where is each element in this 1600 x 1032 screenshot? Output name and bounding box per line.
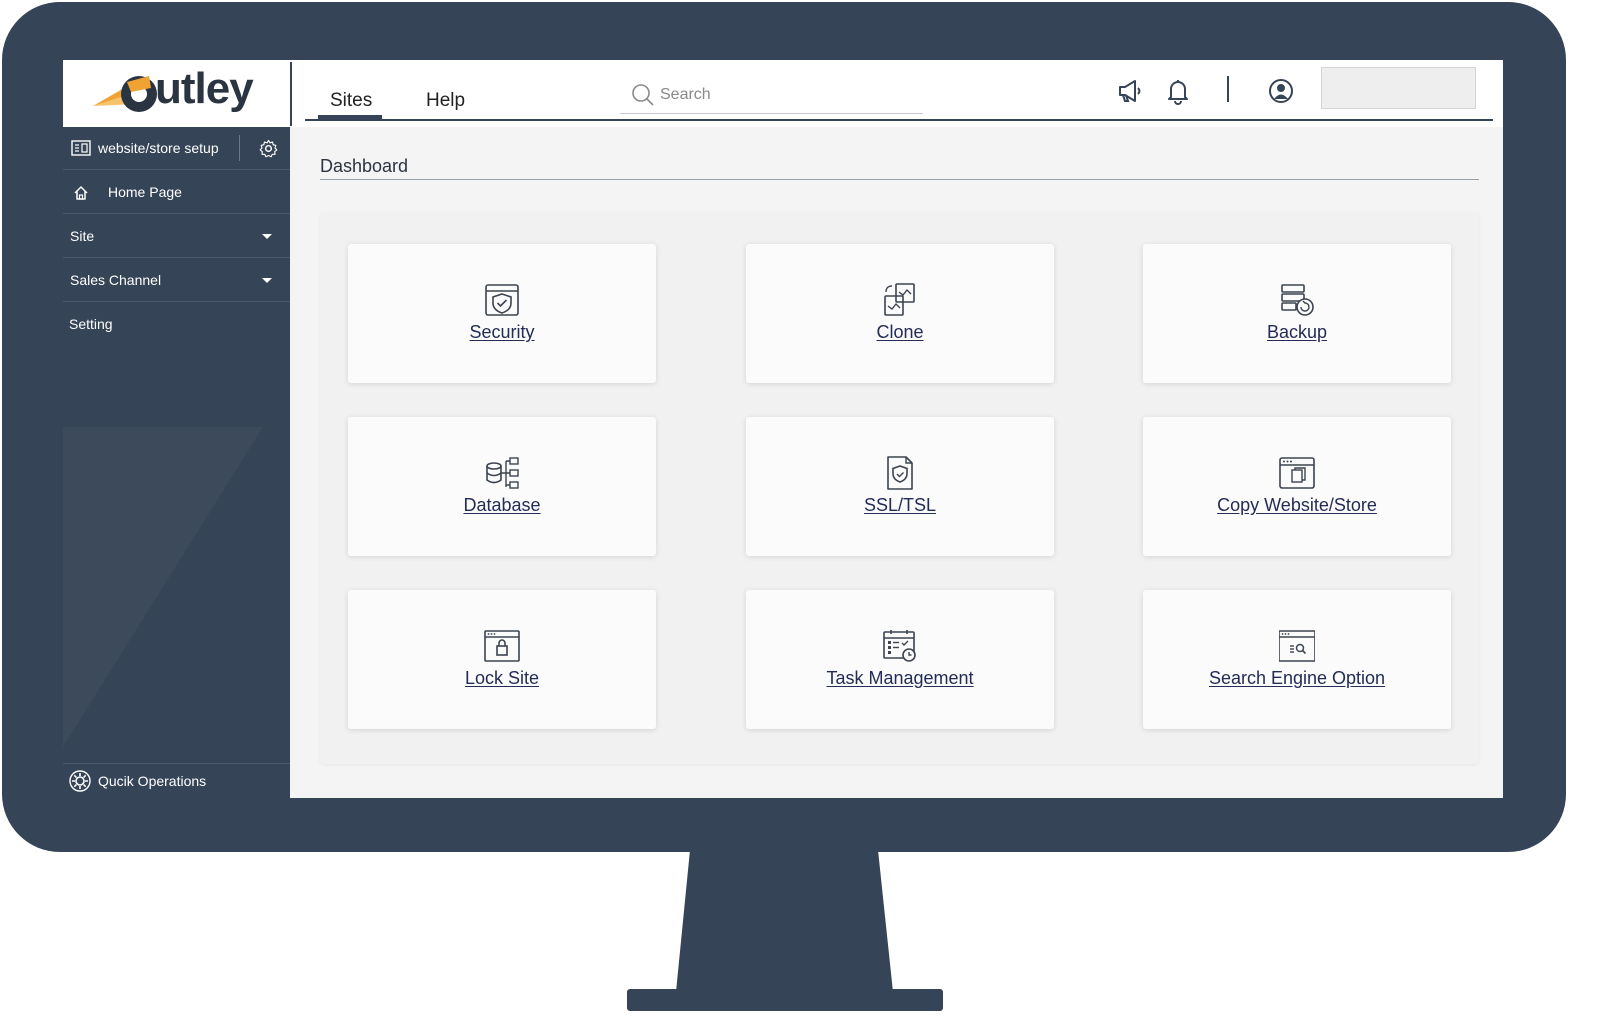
database-icon — [486, 457, 519, 489]
sidebar-item-home-page[interactable]: Home Page — [63, 171, 290, 214]
divider — [320, 179, 1479, 180]
search-icon — [632, 84, 654, 106]
security-shield-icon — [485, 284, 519, 316]
backup-icon — [1281, 284, 1314, 316]
sidebar-item-label: Setting — [69, 316, 113, 332]
sidebar-background — [63, 427, 263, 747]
divider — [1227, 76, 1229, 102]
sidebar-item-setting[interactable]: Setting — [63, 303, 290, 346]
sidebar-setup[interactable]: website/store setup — [63, 127, 290, 170]
gear-icon — [69, 770, 91, 792]
task-calendar-icon — [883, 630, 916, 662]
chevron-down-icon — [262, 278, 272, 283]
sidebar: website/store setup Home Page Site Sales… — [63, 127, 290, 798]
card-link[interactable]: Database — [348, 495, 656, 516]
sidebar-item-sales-channel[interactable]: Sales Channel — [63, 259, 290, 302]
card-task-management[interactable]: Task Management — [746, 590, 1054, 729]
home-icon — [74, 186, 88, 200]
quick-operations-label: Qucik Operations — [98, 773, 207, 789]
app-screen: utley Sites Help Search website/store se… — [63, 60, 1503, 798]
card-backup[interactable]: Backup — [1143, 244, 1451, 383]
chevron-down-icon — [262, 234, 272, 239]
card-link[interactable]: Security — [348, 322, 656, 343]
search-window-icon — [1279, 630, 1315, 662]
search-bar — [620, 78, 923, 114]
lock-window-icon — [484, 630, 520, 662]
card-database[interactable]: Database — [348, 417, 656, 556]
sidebar-item-site[interactable]: Site — [63, 215, 290, 258]
sidebar-setup-label: website/store setup — [98, 140, 219, 156]
copy-window-icon — [1279, 457, 1315, 489]
user-profile-box[interactable] — [1321, 67, 1476, 109]
page-title: Dashboard — [320, 156, 409, 176]
clone-icon — [884, 283, 915, 316]
logo-text: utley — [155, 64, 254, 113]
card-link[interactable]: Task Management — [746, 668, 1054, 689]
tab-sites[interactable]: Sites — [330, 90, 372, 112]
card-link[interactable]: Lock Site — [348, 668, 656, 689]
sidebar-item-label: Site — [70, 228, 95, 244]
card-link[interactable]: SSL/TSL — [746, 495, 1054, 516]
layout-icon — [71, 140, 91, 156]
user-circle-icon[interactable] — [1266, 76, 1296, 106]
ssl-certificate-icon — [887, 456, 913, 490]
divider — [305, 119, 1493, 121]
quick-operations-button[interactable]: Qucik Operations — [63, 763, 290, 798]
card-link[interactable]: Search Engine Option — [1143, 668, 1451, 689]
gear-icon[interactable] — [259, 139, 278, 158]
top-navbar: Sites Help — [290, 60, 1503, 127]
divider — [239, 135, 240, 161]
card-link[interactable]: Copy Website/Store — [1143, 495, 1451, 516]
bell-icon[interactable] — [1163, 76, 1193, 106]
card-copy-website-store[interactable]: Copy Website/Store — [1143, 417, 1451, 556]
card-link[interactable]: Backup — [1143, 322, 1451, 343]
card-security[interactable]: Security — [348, 244, 656, 383]
card-search-engine-option[interactable]: Search Engine Option — [1143, 590, 1451, 729]
logo-icon — [93, 76, 157, 112]
card-link[interactable]: Clone — [746, 322, 1054, 343]
sidebar-item-label: Sales Channel — [70, 272, 162, 288]
sidebar-item-label: Home Page — [108, 184, 182, 200]
card-clone[interactable]: Clone — [746, 244, 1054, 383]
card-lock-site[interactable]: Lock Site — [348, 590, 656, 729]
megaphone-icon[interactable] — [1115, 76, 1145, 106]
tab-help[interactable]: Help — [426, 90, 465, 112]
logo[interactable]: utley — [63, 60, 290, 127]
divider — [290, 62, 292, 126]
search-input[interactable] — [660, 82, 910, 108]
main-content: Dashboard Security Clone Backup Database… — [290, 127, 1503, 798]
card-ssl-tsl[interactable]: SSL/TSL — [746, 417, 1054, 556]
dashboard-panel: Security Clone Backup Database SSL/TSL C… — [320, 212, 1479, 764]
